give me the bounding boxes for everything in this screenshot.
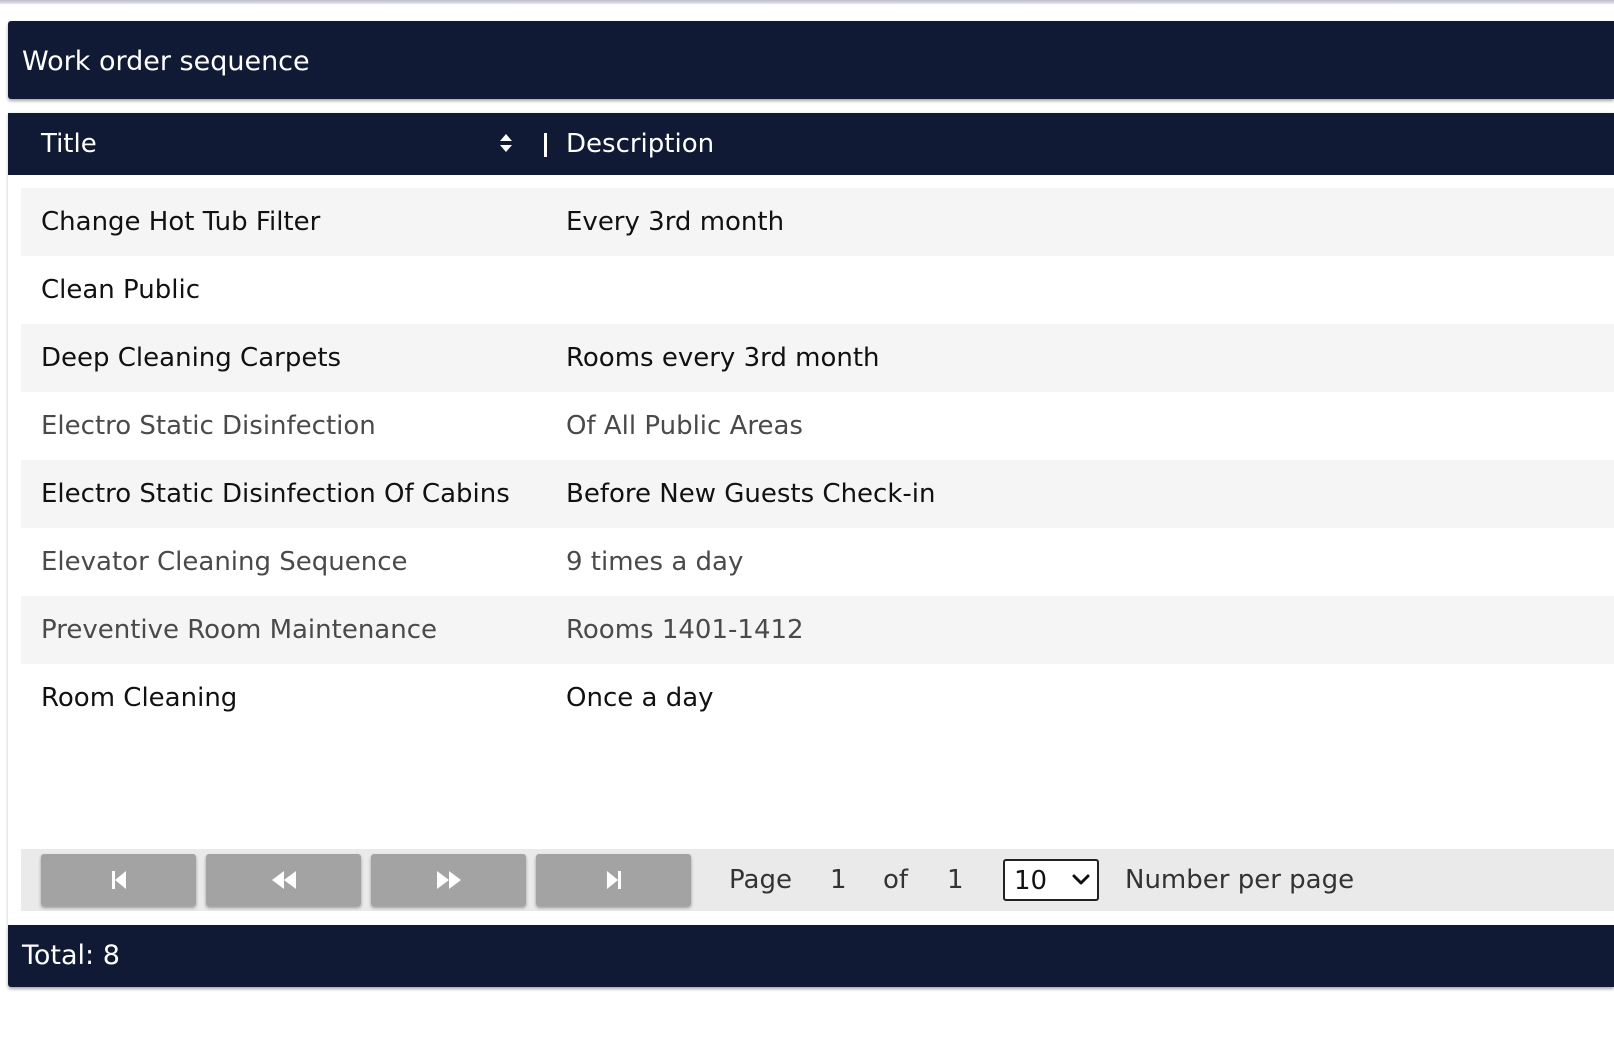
next-page-button[interactable] — [371, 854, 526, 906]
first-page-button[interactable] — [41, 854, 196, 906]
table-row[interactable]: Preventive Room Maintenance Rooms 1401-1… — [21, 596, 1614, 664]
row-description: Of All Public Areas — [566, 411, 803, 441]
table-row[interactable]: Deep Cleaning Carpets Rooms every 3rd mo… — [21, 324, 1614, 392]
column-header-description[interactable]: Description — [566, 128, 714, 160]
row-title: Clean Public — [41, 275, 200, 305]
row-title: Room Cleaning — [41, 683, 238, 713]
row-title: Electro Static Disinfection Of Cabins — [41, 479, 510, 509]
row-description: Once a day — [566, 683, 714, 713]
row-title: Change Hot Tub Filter — [41, 207, 321, 237]
fast-forward-icon — [436, 871, 461, 889]
row-description: Every 3rd month — [566, 207, 785, 237]
table-footer: Total: 8 — [8, 925, 1614, 987]
row-description: Before New Guests Check-in — [566, 479, 936, 509]
row-title: Electro Static Disinfection — [41, 411, 376, 441]
row-title: Deep Cleaning Carpets — [41, 343, 342, 373]
skip-first-icon — [111, 871, 126, 889]
table-row[interactable]: Elevator Cleaning Sequence 9 times a day — [21, 528, 1614, 596]
page-label: Page — [729, 865, 792, 895]
panel-title: Work order sequence — [22, 46, 310, 77]
row-description: Rooms 1401-1412 — [566, 615, 804, 645]
panel-header: Work order sequence — [8, 21, 1614, 99]
per-page-value: 10 — [1014, 866, 1048, 896]
row-title: Elevator Cleaning Sequence — [41, 547, 408, 577]
current-page: 1 — [830, 865, 847, 895]
total-count: Total: 8 — [22, 940, 120, 971]
last-page-button[interactable] — [536, 854, 691, 906]
table-row[interactable]: Change Hot Tub Filter Every 3rd month — [21, 188, 1614, 256]
rewind-icon — [271, 871, 296, 889]
row-title: Preventive Room Maintenance — [41, 615, 438, 645]
table-row[interactable]: Room Cleaning Once a day — [21, 664, 1614, 732]
column-header-title[interactable]: Title — [41, 128, 97, 160]
of-label: of — [883, 865, 909, 895]
sort-icon[interactable] — [498, 132, 514, 154]
skip-last-icon — [606, 871, 621, 889]
per-page-select[interactable]: 10 — [1003, 859, 1099, 901]
chevron-down-icon — [1072, 874, 1090, 885]
table-row[interactable]: Electro Static Disinfection Of Cabins Be… — [21, 460, 1614, 528]
column-resize-handle[interactable] — [544, 133, 547, 157]
table-row[interactable]: Clean Public — [21, 256, 1614, 324]
work-order-table: Title Description Change Hot Tub Filter … — [8, 113, 1614, 925]
row-description: 9 times a day — [566, 547, 744, 577]
top-edge — [0, 0, 1614, 4]
table-row[interactable]: Electro Static Disinfection Of All Publi… — [21, 392, 1614, 460]
per-page-label: Number per page — [1125, 865, 1355, 895]
total-pages: 1 — [947, 865, 964, 895]
prev-page-button[interactable] — [206, 854, 361, 906]
pagination-bar: Page 1 of 1 10 Number per page — [21, 849, 1614, 911]
table-header: Title Description — [8, 113, 1614, 175]
row-description: Rooms every 3rd month — [566, 343, 880, 373]
